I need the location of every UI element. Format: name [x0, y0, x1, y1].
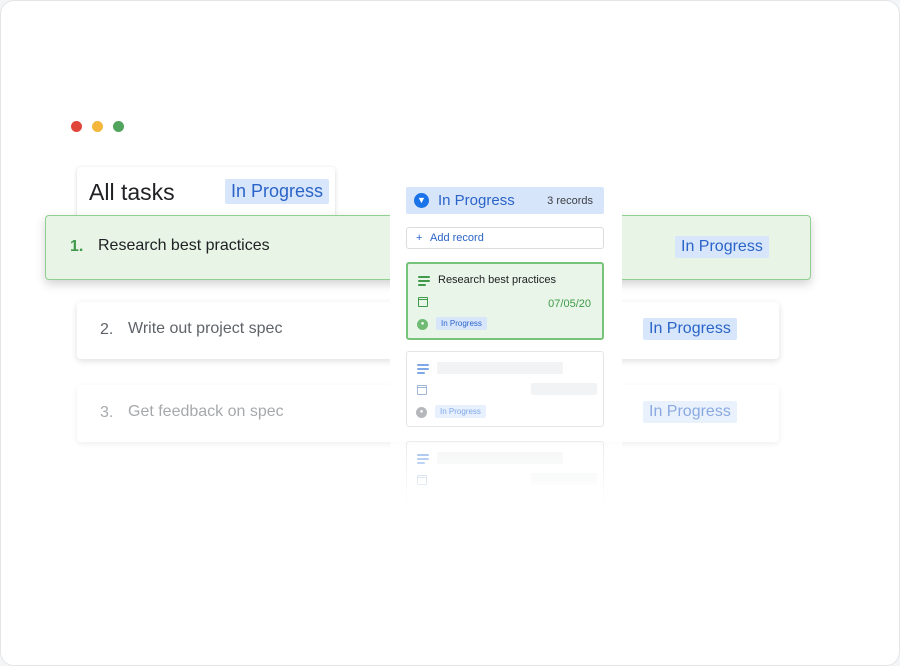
task-number: 2. [100, 321, 114, 338]
window-controls [71, 121, 124, 132]
task-status-badge[interactable]: In Progress [643, 318, 737, 340]
add-record-label: Add record [430, 232, 484, 244]
task-status-badge[interactable]: In Progress [675, 236, 769, 258]
task-number: 1. [70, 238, 84, 255]
group-title: In Progress [438, 192, 515, 209]
calendar-icon [417, 385, 427, 395]
task-label: Research best practices [98, 237, 270, 254]
close-window-dot[interactable] [71, 121, 82, 132]
status-icon: ● [417, 319, 428, 330]
group-header[interactable]: ▼ In Progress 3 records [406, 187, 604, 214]
record-status-badge[interactable]: In Progress [435, 405, 486, 418]
record-status-badge[interactable]: In Progress [436, 317, 487, 330]
kanban-column-panel: ▼ In Progress 3 records + Add record Res… [390, 167, 622, 517]
record-card[interactable] [406, 441, 604, 517]
minimize-window-dot[interactable] [92, 121, 103, 132]
description-icon [418, 276, 430, 286]
status-filter-badge[interactable]: In Progress [225, 179, 330, 204]
record-card[interactable]: ● In Progress [406, 351, 604, 427]
record-date-placeholder [531, 383, 597, 395]
record-card-selected[interactable]: Research best practices 07/05/20 ● In Pr… [406, 262, 604, 340]
app-window: All tasks In Progress 1. Research best p… [0, 0, 900, 666]
plus-icon: + [416, 232, 423, 244]
task-label: Write out project spec [128, 320, 283, 337]
task-number: 3. [100, 404, 114, 421]
description-icon [417, 364, 429, 374]
add-record-button[interactable]: + Add record [406, 227, 604, 249]
task-label: Get feedback on spec [128, 403, 284, 420]
record-count: 3 records [547, 195, 593, 207]
description-icon [417, 454, 429, 464]
calendar-icon [418, 297, 428, 307]
record-date: 07/05/20 [548, 298, 591, 310]
record-date-placeholder [531, 473, 597, 485]
maximize-window-dot[interactable] [113, 121, 124, 132]
calendar-icon [417, 475, 427, 485]
record-title-placeholder [437, 452, 563, 464]
chevron-down-icon[interactable]: ▼ [414, 193, 429, 208]
task-list-header: All tasks In Progress [77, 167, 335, 219]
record-title-placeholder [437, 362, 563, 374]
page-title: All tasks [89, 179, 175, 205]
status-icon: ● [416, 407, 427, 418]
record-title: Research best practices [438, 274, 556, 286]
task-status-badge[interactable]: In Progress [643, 401, 737, 423]
